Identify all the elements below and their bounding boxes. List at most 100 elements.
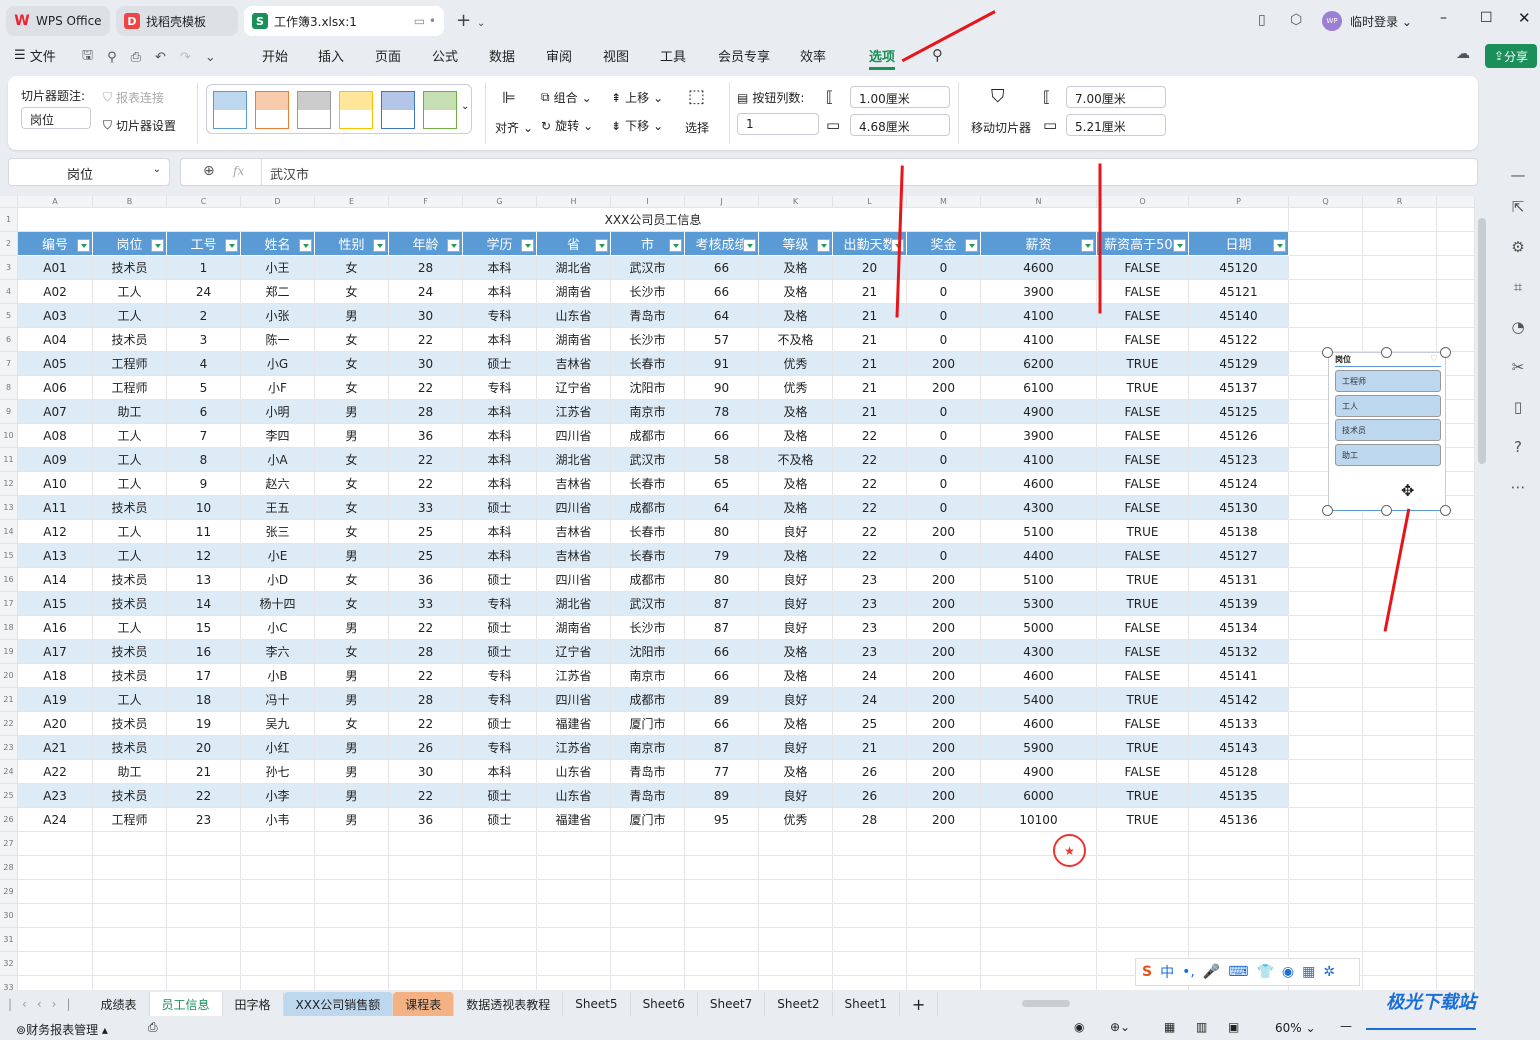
table-cell[interactable]: 200 bbox=[907, 352, 981, 376]
header-cell[interactable]: 省 bbox=[537, 232, 611, 256]
cell[interactable] bbox=[463, 928, 537, 952]
sheet-tab[interactable]: Sheet5 bbox=[563, 992, 631, 1016]
table-cell[interactable]: 80 bbox=[685, 520, 759, 544]
resize-handle[interactable] bbox=[1440, 347, 1451, 358]
table-cell[interactable]: FALSE bbox=[1097, 448, 1189, 472]
minimize-button[interactable]: – bbox=[1440, 10, 1447, 26]
table-cell[interactable]: 本科 bbox=[463, 472, 537, 496]
cell[interactable] bbox=[759, 856, 833, 880]
table-cell[interactable]: 23 bbox=[833, 568, 907, 592]
slicer-width-input[interactable]: 5.21厘米 bbox=[1066, 114, 1166, 136]
column-header[interactable]: A bbox=[18, 196, 93, 208]
table-cell[interactable]: 女 bbox=[315, 712, 389, 736]
table-cell[interactable]: 25 bbox=[389, 520, 463, 544]
table-cell[interactable]: 28 bbox=[389, 400, 463, 424]
table-cell[interactable]: 66 bbox=[685, 280, 759, 304]
table-cell[interactable]: 青岛市 bbox=[611, 760, 685, 784]
style-green[interactable] bbox=[423, 91, 457, 129]
table-cell[interactable]: 21 bbox=[167, 760, 241, 784]
table-cell[interactable]: 45140 bbox=[1189, 304, 1289, 328]
table-cell[interactable]: 16 bbox=[167, 640, 241, 664]
cell[interactable] bbox=[685, 928, 759, 952]
ime-toolbar[interactable]: S 中 •, 🎤 ⌨ 👕 ◉ ▦ ✲ bbox=[1135, 958, 1360, 986]
filter-dropdown-icon[interactable] bbox=[1081, 239, 1094, 252]
table-cell[interactable]: 工人 bbox=[93, 520, 167, 544]
row-header[interactable]: 18 bbox=[0, 616, 18, 640]
table-cell[interactable]: 南京市 bbox=[611, 400, 685, 424]
cell[interactable] bbox=[611, 904, 685, 928]
table-cell[interactable]: 80 bbox=[685, 568, 759, 592]
align-button[interactable]: 对齐 ⌄ bbox=[495, 119, 533, 136]
table-cell[interactable]: 45139 bbox=[1189, 592, 1289, 616]
table-cell[interactable]: 0 bbox=[907, 280, 981, 304]
table-cell[interactable]: 小E bbox=[241, 544, 315, 568]
table-cell[interactable]: 小红 bbox=[241, 736, 315, 760]
table-cell[interactable]: 女 bbox=[315, 592, 389, 616]
table-cell[interactable]: 良好 bbox=[759, 736, 833, 760]
more-icon[interactable]: ⋯ bbox=[1509, 478, 1527, 496]
table-cell[interactable]: 男 bbox=[315, 304, 389, 328]
cell[interactable] bbox=[1363, 832, 1437, 856]
cell[interactable] bbox=[1363, 208, 1437, 232]
cell[interactable] bbox=[833, 976, 907, 990]
header-cell[interactable]: 奖金 bbox=[907, 232, 981, 256]
table-cell[interactable]: 22 bbox=[389, 328, 463, 352]
table-cell[interactable]: 工人 bbox=[93, 616, 167, 640]
table-cell[interactable]: 10100 bbox=[981, 808, 1097, 832]
cell[interactable] bbox=[1363, 280, 1437, 304]
book-icon[interactable]: ▯ bbox=[1509, 398, 1527, 416]
table-cell[interactable]: 25 bbox=[389, 544, 463, 568]
row-header[interactable]: 32 bbox=[0, 952, 18, 976]
table-cell[interactable]: 专科 bbox=[463, 688, 537, 712]
table-cell[interactable]: 女 bbox=[315, 328, 389, 352]
table-cell[interactable]: A15 bbox=[18, 592, 93, 616]
column-header[interactable]: Q bbox=[1289, 196, 1363, 208]
cell[interactable] bbox=[18, 952, 93, 976]
filter-dropdown-icon[interactable] bbox=[1273, 239, 1286, 252]
cell[interactable] bbox=[981, 880, 1097, 904]
cell[interactable] bbox=[537, 928, 611, 952]
filter-dropdown-icon[interactable] bbox=[299, 239, 312, 252]
cell[interactable] bbox=[537, 976, 611, 990]
cell[interactable] bbox=[1097, 928, 1189, 952]
cell[interactable] bbox=[93, 832, 167, 856]
cell[interactable] bbox=[463, 952, 537, 976]
table-cell[interactable]: FALSE bbox=[1097, 304, 1189, 328]
table-cell[interactable]: TRUE bbox=[1097, 568, 1189, 592]
column-header[interactable]: I bbox=[611, 196, 685, 208]
cell[interactable] bbox=[907, 856, 981, 880]
table-cell[interactable]: 45127 bbox=[1189, 544, 1289, 568]
table-cell[interactable]: 武汉市 bbox=[611, 592, 685, 616]
table-cell[interactable]: 45122 bbox=[1189, 328, 1289, 352]
table-cell[interactable]: 65 bbox=[685, 472, 759, 496]
move-slicer-button[interactable]: 移动切片器 bbox=[971, 119, 1031, 136]
table-cell[interactable]: 本科 bbox=[463, 400, 537, 424]
cell[interactable] bbox=[537, 880, 611, 904]
table-cell[interactable]: 22 bbox=[389, 784, 463, 808]
cell[interactable] bbox=[93, 904, 167, 928]
table-cell[interactable]: 45136 bbox=[1189, 808, 1289, 832]
table-cell[interactable]: 工人 bbox=[93, 280, 167, 304]
cell[interactable] bbox=[1363, 568, 1437, 592]
table-cell[interactable]: 58 bbox=[685, 448, 759, 472]
table-cell[interactable]: 26 bbox=[389, 736, 463, 760]
table-cell[interactable]: 小F bbox=[241, 376, 315, 400]
header-cell[interactable]: 学历 bbox=[463, 232, 537, 256]
table-cell[interactable]: 23 bbox=[833, 616, 907, 640]
cell[interactable] bbox=[537, 952, 611, 976]
header-cell[interactable]: 考核成绩 bbox=[685, 232, 759, 256]
table-cell[interactable]: 长沙市 bbox=[611, 616, 685, 640]
slicer-height-input[interactable]: 7.00厘米 bbox=[1066, 86, 1166, 108]
table-cell[interactable]: 本科 bbox=[463, 520, 537, 544]
table-cell[interactable]: 长春市 bbox=[611, 472, 685, 496]
table-cell[interactable]: 30 bbox=[389, 352, 463, 376]
cell[interactable] bbox=[1289, 640, 1363, 664]
table-cell[interactable]: 3 bbox=[167, 328, 241, 352]
row-header[interactable]: 11 bbox=[0, 448, 18, 472]
table-cell[interactable]: 山东省 bbox=[537, 304, 611, 328]
table-cell[interactable]: 硕士 bbox=[463, 352, 537, 376]
table-cell[interactable]: 及格 bbox=[759, 280, 833, 304]
cell[interactable] bbox=[1189, 904, 1289, 928]
table-cell[interactable]: 四川省 bbox=[537, 424, 611, 448]
share-button[interactable]: ⇪ 分享 bbox=[1485, 44, 1537, 68]
